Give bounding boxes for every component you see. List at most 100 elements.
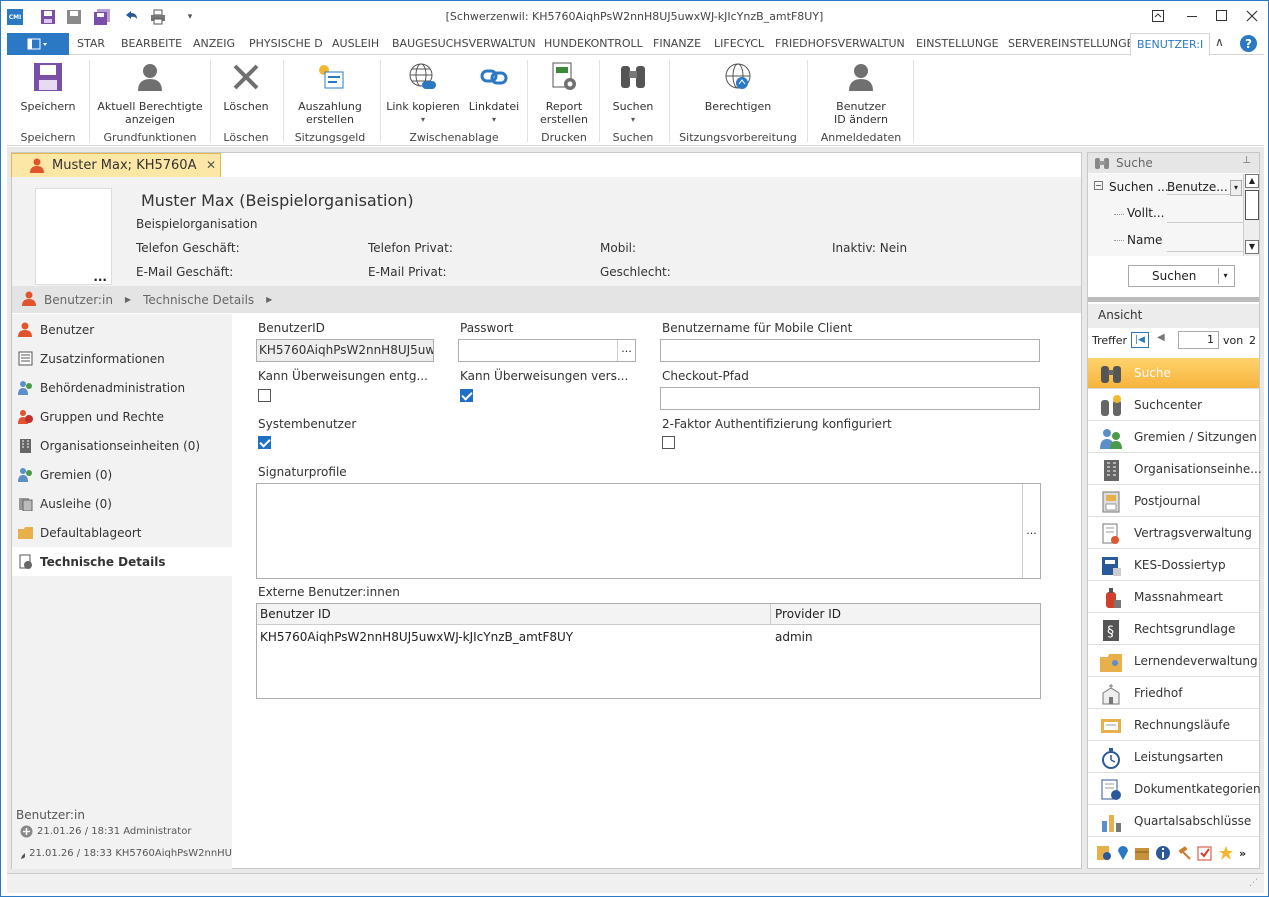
nav-item-gremien[interactable]: Gremien (0) [12, 460, 232, 489]
module-rechtsgrundlage[interactable]: § Rechtsgrundlage [1088, 614, 1259, 645]
help-icon[interactable]: ? [1240, 35, 1257, 52]
checkout-pfad-field[interactable] [660, 387, 1040, 410]
module-kes-dossiertyp[interactable]: KES-Dossiertyp [1088, 550, 1259, 581]
tree-child-name[interactable]: Name [1127, 233, 1162, 247]
photo-more-icon[interactable]: ... [93, 270, 107, 284]
loeschen-button[interactable]: Löschen [215, 60, 277, 113]
module-lernendeverwaltung[interactable]: Lernendeverwaltung [1088, 646, 1259, 677]
tree-root-label[interactable]: Suchen ... [1109, 180, 1169, 194]
tab-einstellungen[interactable]: EINSTELLUNGE [916, 37, 999, 50]
kann-entgegennehmen-checkbox[interactable] [258, 389, 271, 402]
module-quartalsabschluesse[interactable]: Quartalsabschlüsse [1088, 806, 1259, 837]
panel-splitter[interactable] [1088, 297, 1259, 302]
tab-benutzer-active[interactable]: BENUTZER:I [1130, 33, 1211, 56]
suchen-ribbon-button[interactable]: Suchen ▾ [603, 60, 663, 126]
report-erstellen-button[interactable]: Report erstellen [533, 60, 595, 126]
checklist-icon[interactable] [1197, 845, 1213, 861]
file-menu-button[interactable] [7, 33, 69, 55]
tab-hundekontrolle[interactable]: HUNDEKONTROLL [544, 37, 643, 50]
benutzer-id-aendern-button[interactable]: Benutzer ID ändern [813, 60, 909, 126]
tab-finanzen[interactable]: FINANZE [653, 37, 701, 50]
suchen-button[interactable]: Suchen ▾ [1128, 265, 1235, 287]
document-tab[interactable]: Muster Max; KH5760A ✕ [11, 153, 221, 177]
column-header-benutzer-id[interactable]: Benutzer ID [260, 607, 331, 621]
benutzerid-field[interactable]: KH5760AiqhPsW2nnH8UJ5uw: [256, 339, 434, 362]
module-vertragsverwaltung[interactable]: Vertragsverwaltung [1088, 518, 1259, 549]
nav-item-behoerdenadministration[interactable]: Behördenadministration [12, 373, 232, 402]
nav-item-gruppen-und-rechte[interactable]: Gruppen und Rechte [12, 402, 232, 431]
module-massnahmeart[interactable]: Massnahmeart [1088, 582, 1259, 613]
tree-scrollbar[interactable]: ▲ ▼ [1243, 174, 1259, 256]
table-row[interactable]: KH5760AiqhPsW2nnH8UJ5uwxWJ-kJIcYnzB_amtF… [257, 626, 1040, 648]
link-kopieren-button[interactable]: Link kopieren ▾ [385, 60, 461, 126]
first-page-icon[interactable]: |◀ [1131, 332, 1149, 348]
user-photo[interactable]: ... [35, 188, 112, 285]
berechtigen-button[interactable]: Berechtigen [677, 60, 799, 113]
collapse-ribbon-icon[interactable]: ∧ [1215, 35, 1224, 49]
nav-item-benutzer[interactable]: Benutzer [12, 315, 232, 344]
tree-collapse-icon[interactable]: − [1094, 181, 1103, 190]
module-dokumentkategorien[interactable]: Dokumentkategorien [1088, 774, 1261, 805]
scroll-up-icon[interactable]: ▲ [1245, 174, 1259, 188]
twofa-checkbox[interactable] [662, 436, 675, 449]
module-suche[interactable]: Suche [1088, 358, 1259, 389]
package-icon[interactable] [1134, 845, 1150, 861]
restore-ribbon-icon[interactable] [1143, 5, 1173, 27]
close-tab-icon[interactable]: ✕ [206, 158, 216, 172]
tab-servereinstellungen[interactable]: SERVEREINSTELLUNGE [1008, 37, 1134, 50]
scroll-down-icon[interactable]: ▼ [1245, 240, 1259, 254]
dropdown-arrow-icon[interactable]: ▾ [1218, 268, 1232, 284]
resize-grip-icon[interactable]: ⋰ [1249, 878, 1258, 888]
tree-child-volltext[interactable]: Vollt... [1127, 206, 1164, 220]
nav-item-ausleihe[interactable]: Ausleihe (0) [12, 489, 232, 518]
pin-icon[interactable]: ⊥ [1242, 155, 1251, 166]
tab-baugesuchsverwaltung[interactable]: BAUGESUCHSVERWALTUN [392, 37, 536, 50]
maximize-icon[interactable] [1207, 5, 1237, 27]
module-friedhof[interactable]: Friedhof [1088, 678, 1259, 709]
module-leistungsarten[interactable]: Leistungsarten [1088, 742, 1259, 773]
tab-friedhofsverwaltung[interactable]: FRIEDHOFSVERWALTUN [775, 37, 905, 50]
aktuell-berechtigte-anzeigen-button[interactable]: Aktuell Berechtigte anzeigen [95, 60, 205, 126]
auszahlung-erstellen-button[interactable]: Auszahlung erstellen [290, 60, 370, 126]
column-header-provider-id[interactable]: Provider ID [775, 607, 841, 621]
nav-item-zusatzinformationen[interactable]: Zusatzinformationen [12, 344, 232, 373]
linkdatei-button[interactable]: Linkdatei ▾ [465, 60, 523, 126]
page-number-input[interactable]: 1 [1178, 331, 1219, 349]
tab-anzeige[interactable]: ANZEIG [193, 37, 235, 50]
module-suchcenter[interactable]: Suchcenter [1088, 390, 1259, 421]
tab-ausleihe[interactable]: AUSLEIH [332, 37, 379, 50]
nav-item-defaultablageort[interactable]: Defaultablageort [12, 518, 232, 547]
location-pin-icon[interactable] [1117, 845, 1129, 861]
signaturprofile-more-button[interactable]: ... [1022, 484, 1040, 578]
tab-physische-dossiers[interactable]: PHYSISCHE D [249, 37, 323, 50]
module-postjournal[interactable]: Postjournal [1088, 486, 1259, 517]
scroll-thumb[interactable] [1245, 190, 1259, 220]
tab-lifecycle[interactable]: LIFECYCL [714, 37, 764, 50]
prev-page-icon[interactable]: ◀ [1157, 332, 1165, 343]
more-modules-icon[interactable]: » [1239, 847, 1246, 860]
minimize-icon[interactable] [1177, 5, 1207, 27]
kann-versenden-checkbox[interactable] [460, 389, 473, 402]
gavel-icon[interactable] [1176, 845, 1192, 861]
breadcrumb-item-technische-details[interactable]: Technische Details [143, 293, 254, 307]
passwort-field[interactable]: ... [458, 339, 636, 362]
tree-root-value[interactable]: Benutze... [1167, 180, 1233, 195]
module-organisationseinheiten[interactable]: Organisationseinhe... [1088, 454, 1262, 485]
tree-dropdown-icon[interactable]: ▾ [1230, 180, 1242, 196]
info-document-icon[interactable] [1096, 845, 1112, 861]
nav-item-organisationseinheiten[interactable]: Organisationseinheiten (0) [12, 431, 232, 460]
info-icon[interactable] [1155, 845, 1171, 861]
star-icon[interactable] [1218, 845, 1234, 861]
module-gremien-sitzungen[interactable]: Gremien / Sitzungen [1088, 422, 1259, 453]
breadcrumb-item-benutzer[interactable]: Benutzer:in [44, 293, 113, 307]
signaturprofile-field[interactable]: ... [256, 483, 1041, 579]
systembenutzer-checkbox[interactable] [258, 436, 271, 449]
tab-start[interactable]: STAR [77, 37, 105, 50]
password-more-button[interactable]: ... [617, 340, 635, 361]
mobile-client-field[interactable] [660, 339, 1040, 362]
tab-bearbeiten[interactable]: BEARBEITE [121, 37, 182, 50]
close-window-icon[interactable] [1237, 5, 1267, 27]
nav-item-technische-details[interactable]: Technische Details [12, 547, 233, 576]
speichern-button[interactable]: Speichern [17, 60, 79, 113]
module-rechnungslaeufe[interactable]: Rechnungsläufe [1088, 710, 1259, 741]
